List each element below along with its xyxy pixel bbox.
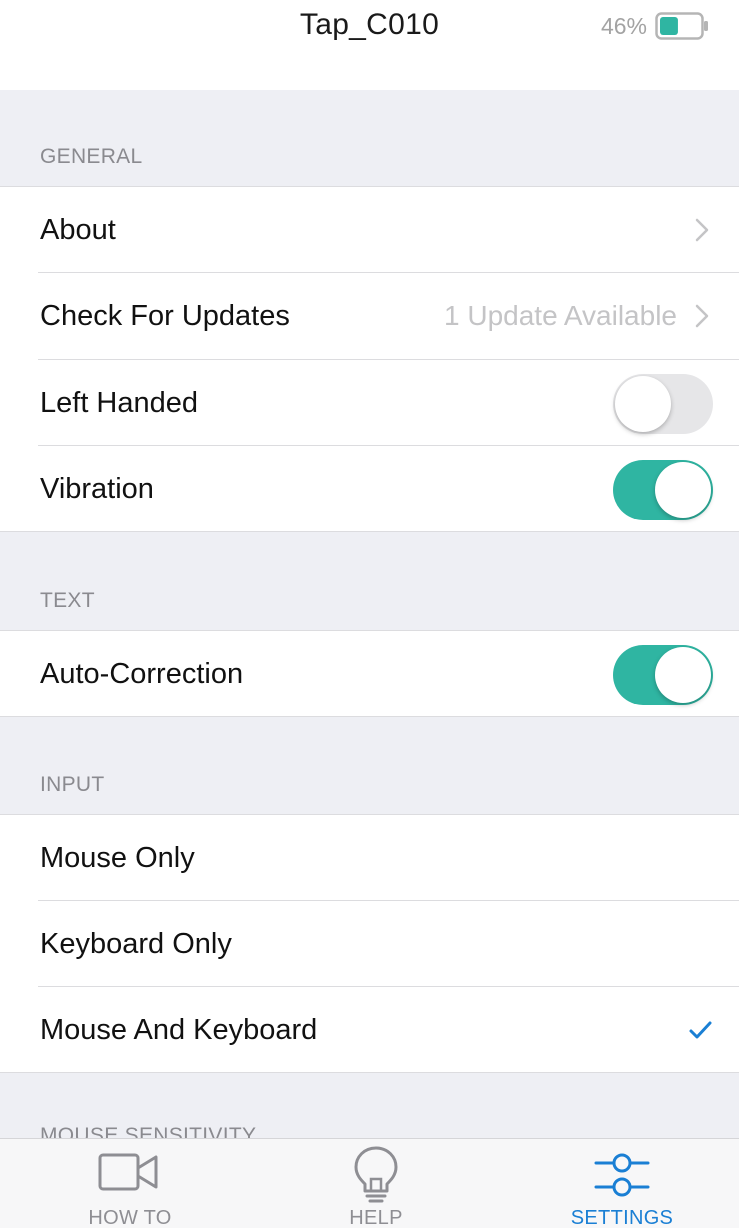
section-header-input: INPUT	[40, 773, 105, 796]
mouse-and-keyboard-row[interactable]: Mouse And Keyboard	[0, 987, 739, 1073]
tab-bar: HOW TO HELP SETTINGS	[0, 1138, 739, 1228]
keyboard-only-label: Keyboard Only	[40, 928, 232, 960]
section-header-text: TEXT	[40, 589, 95, 612]
vibration-row: Vibration	[0, 446, 739, 532]
nav-header: Tap_C010 46%	[0, 0, 739, 90]
autocorrection-row: Auto-Correction	[0, 631, 739, 717]
tab-settings-label: SETTINGS	[570, 1207, 674, 1228]
lightbulb-icon	[351, 1145, 401, 1208]
tab-how-to-label: HOW TO	[88, 1207, 172, 1228]
left-handed-toggle[interactable]	[613, 374, 713, 434]
video-camera-icon	[97, 1149, 163, 1202]
tab-help-label: HELP	[349, 1207, 403, 1228]
chevron-right-icon	[689, 217, 715, 243]
battery-status: 46%	[601, 12, 711, 40]
autocorrection-label: Auto-Correction	[40, 658, 244, 690]
autocorrection-toggle[interactable]	[613, 645, 713, 705]
toggle-knob	[655, 647, 711, 703]
battery-percent: 46%	[600, 12, 647, 39]
vibration-toggle[interactable]	[613, 460, 713, 520]
left-handed-row: Left Handed	[0, 360, 739, 446]
toggle-knob	[615, 376, 671, 432]
check-updates-label: Check For Updates	[40, 300, 290, 332]
chevron-right-icon	[689, 303, 715, 329]
tab-help[interactable]: HELP	[276, 1139, 476, 1228]
checkmark-icon	[685, 1015, 715, 1045]
section-gap-input	[0, 717, 739, 814]
mouse-and-keyboard-label: Mouse And Keyboard	[40, 1014, 318, 1046]
battery-icon	[655, 12, 711, 40]
tab-settings[interactable]: SETTINGS	[522, 1139, 722, 1228]
section-gap-text	[0, 532, 739, 630]
left-handed-label: Left Handed	[40, 387, 199, 419]
update-available-text: 1 Update Available	[444, 300, 677, 331]
section-gap-general	[0, 90, 739, 186]
section-header-mouse-sensitivity: MOUSE SENSITIVITY	[40, 1124, 257, 1138]
vibration-label: Vibration	[40, 473, 154, 505]
keyboard-only-row[interactable]: Keyboard Only	[0, 901, 739, 987]
tab-how-to[interactable]: HOW TO	[30, 1139, 230, 1228]
mouse-only-row[interactable]: Mouse Only	[0, 815, 739, 901]
section-header-general: GENERAL	[40, 145, 143, 168]
toggle-knob	[655, 462, 711, 518]
about-label: About	[40, 214, 116, 246]
sliders-icon	[594, 1151, 650, 1204]
about-row[interactable]: About	[0, 187, 739, 273]
mouse-only-label: Mouse Only	[40, 842, 195, 874]
check-updates-row[interactable]: Check For Updates 1 Update Available	[0, 273, 739, 359]
